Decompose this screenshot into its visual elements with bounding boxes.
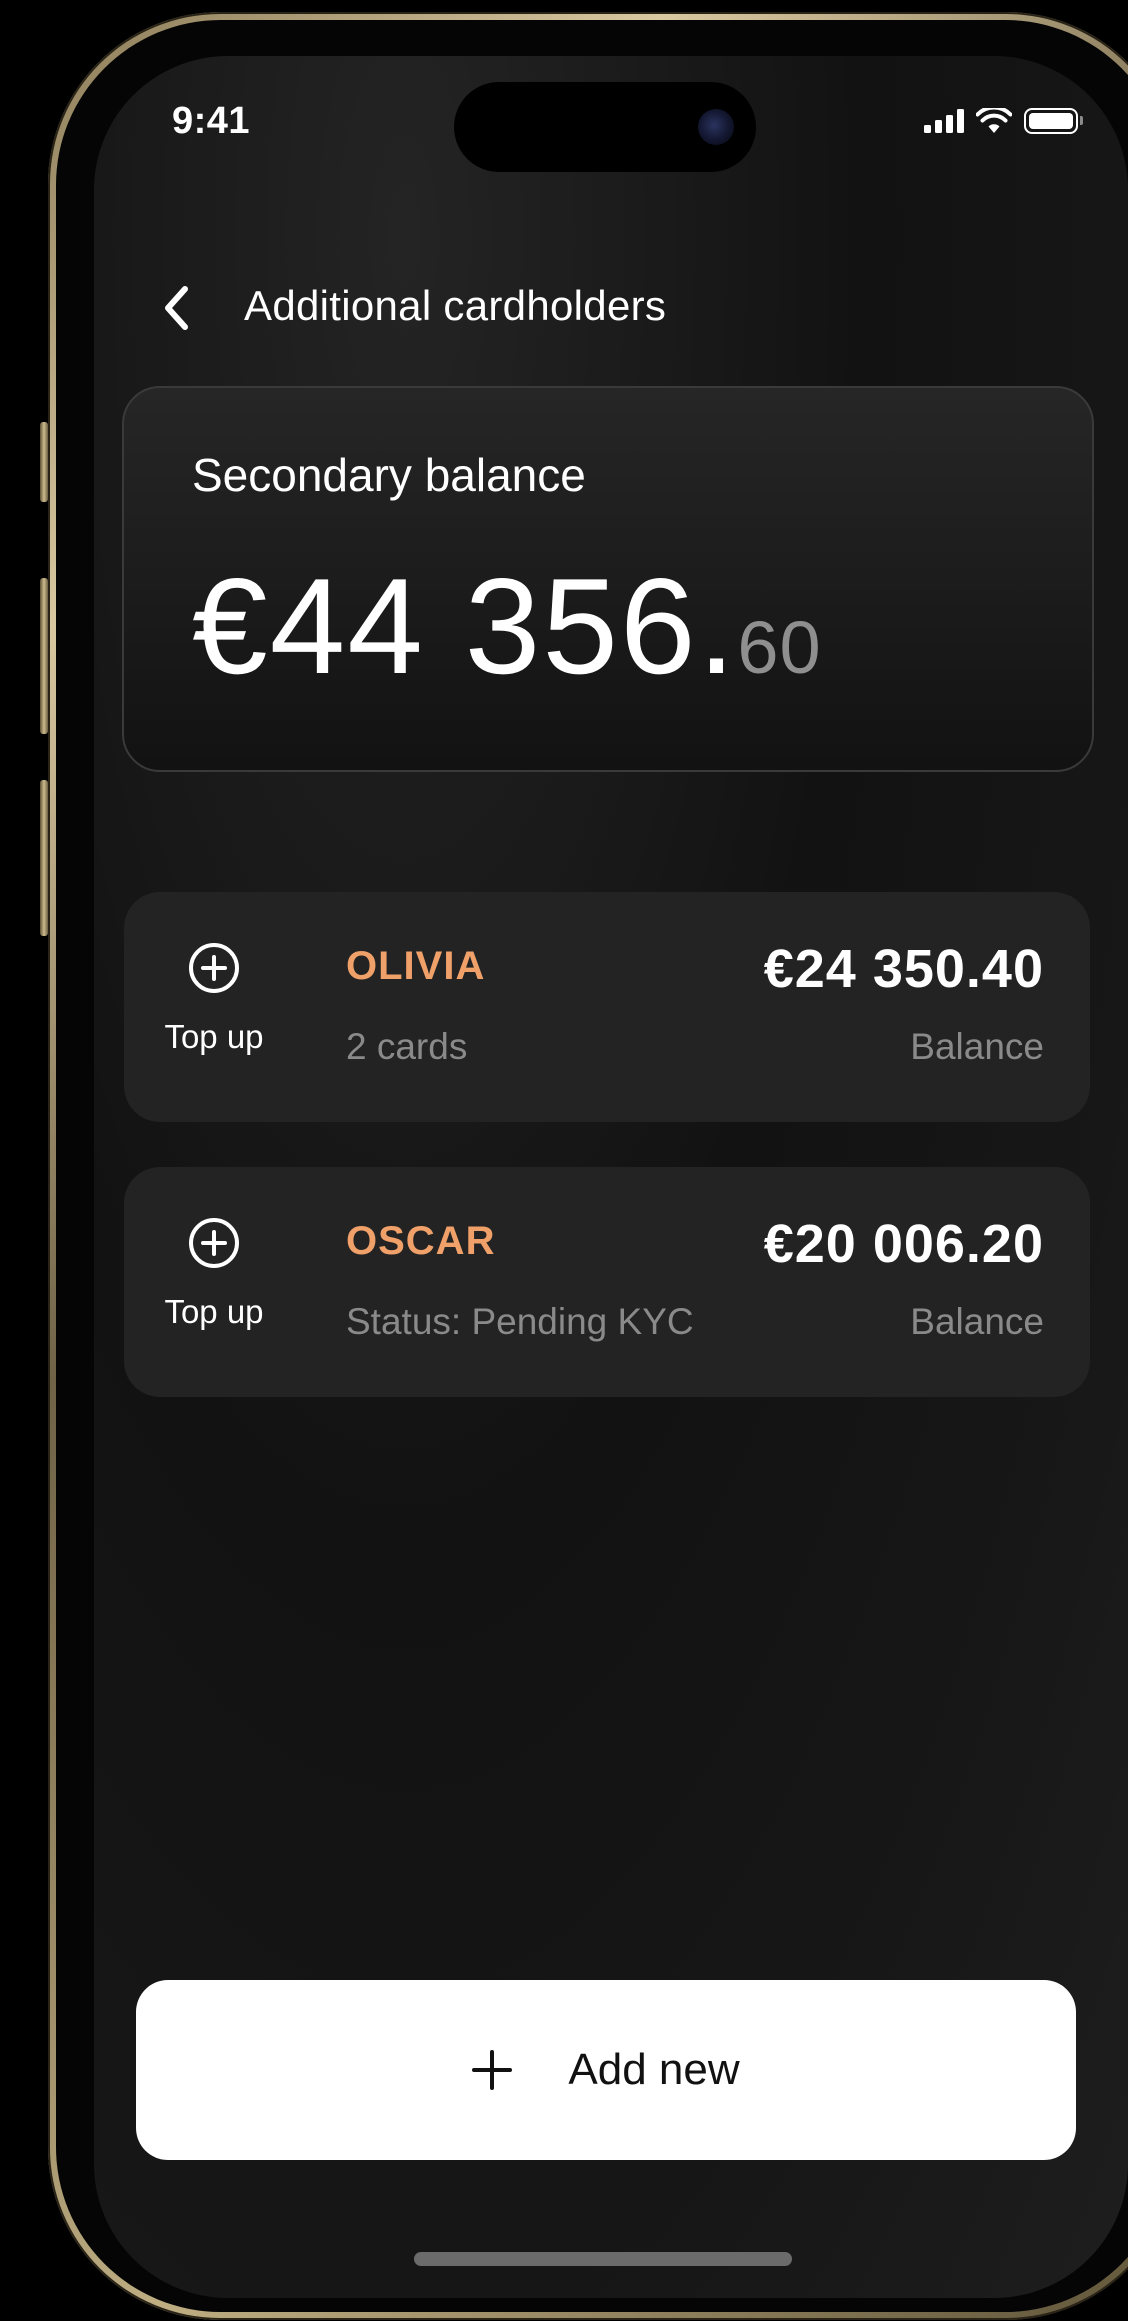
wifi-icon xyxy=(976,108,1012,133)
balance-amount-cents: 60 xyxy=(737,606,822,689)
cardholder-row-olivia[interactable]: Top up OLIVIA 2 cards €24 350.40 Balance xyxy=(124,892,1090,1122)
cardholder-balance-label: Balance xyxy=(910,1026,1044,1067)
cellular-signal-icon xyxy=(924,109,964,133)
cardholder-subtitle: 2 cards xyxy=(346,1026,468,1067)
cardholder-balance: €20 006.20 xyxy=(763,1214,1044,1274)
back-button[interactable] xyxy=(146,278,206,338)
add-new-button[interactable]: Add new xyxy=(136,1980,1076,2160)
nav-header: Additional cardholders xyxy=(94,266,1128,356)
chevron-left-icon xyxy=(165,286,188,330)
volume-down-button xyxy=(40,780,48,936)
balance-amount-main: €44 356. xyxy=(192,550,738,702)
plus-circle-icon xyxy=(189,943,239,993)
home-indicator[interactable] xyxy=(414,2252,792,2266)
battery-icon xyxy=(1024,108,1083,134)
top-up-button[interactable]: Top up xyxy=(154,940,274,1056)
cardholder-balance: €24 350.40 xyxy=(763,939,1044,999)
camera-icon xyxy=(698,109,734,145)
balance-label: Secondary balance xyxy=(192,449,586,501)
volume-up-button xyxy=(40,578,48,734)
dynamic-island xyxy=(454,82,756,172)
page-title: Additional cardholders xyxy=(244,282,667,329)
action-button xyxy=(40,422,48,502)
top-up-label: Top up xyxy=(164,1293,264,1330)
cardholder-subtitle: Status: Pending KYC xyxy=(346,1301,694,1342)
cardholder-name: OSCAR xyxy=(346,1219,496,1263)
cardholder-balance-label: Balance xyxy=(910,1301,1044,1342)
top-up-label: Top up xyxy=(164,1018,264,1055)
app-screen: 9:41 Additional cardholders Secondary ba… xyxy=(94,56,1128,2298)
plus-icon xyxy=(472,2050,513,2090)
status-icons xyxy=(924,108,1083,134)
cardholder-row-oscar[interactable]: Top up OSCAR Status: Pending KYC €20 006… xyxy=(124,1167,1090,1397)
status-time: 9:41 xyxy=(172,100,251,142)
top-up-button[interactable]: Top up xyxy=(154,1215,274,1331)
balance-amount: €44 356.60 xyxy=(192,558,822,716)
status-bar: 9:41 xyxy=(94,56,1128,186)
secondary-balance-card: Secondary balance €44 356.60 xyxy=(122,386,1094,772)
add-new-label: Add new xyxy=(568,2045,740,2094)
plus-circle-icon xyxy=(189,1218,239,1268)
cardholder-name: OLIVIA xyxy=(346,944,486,988)
